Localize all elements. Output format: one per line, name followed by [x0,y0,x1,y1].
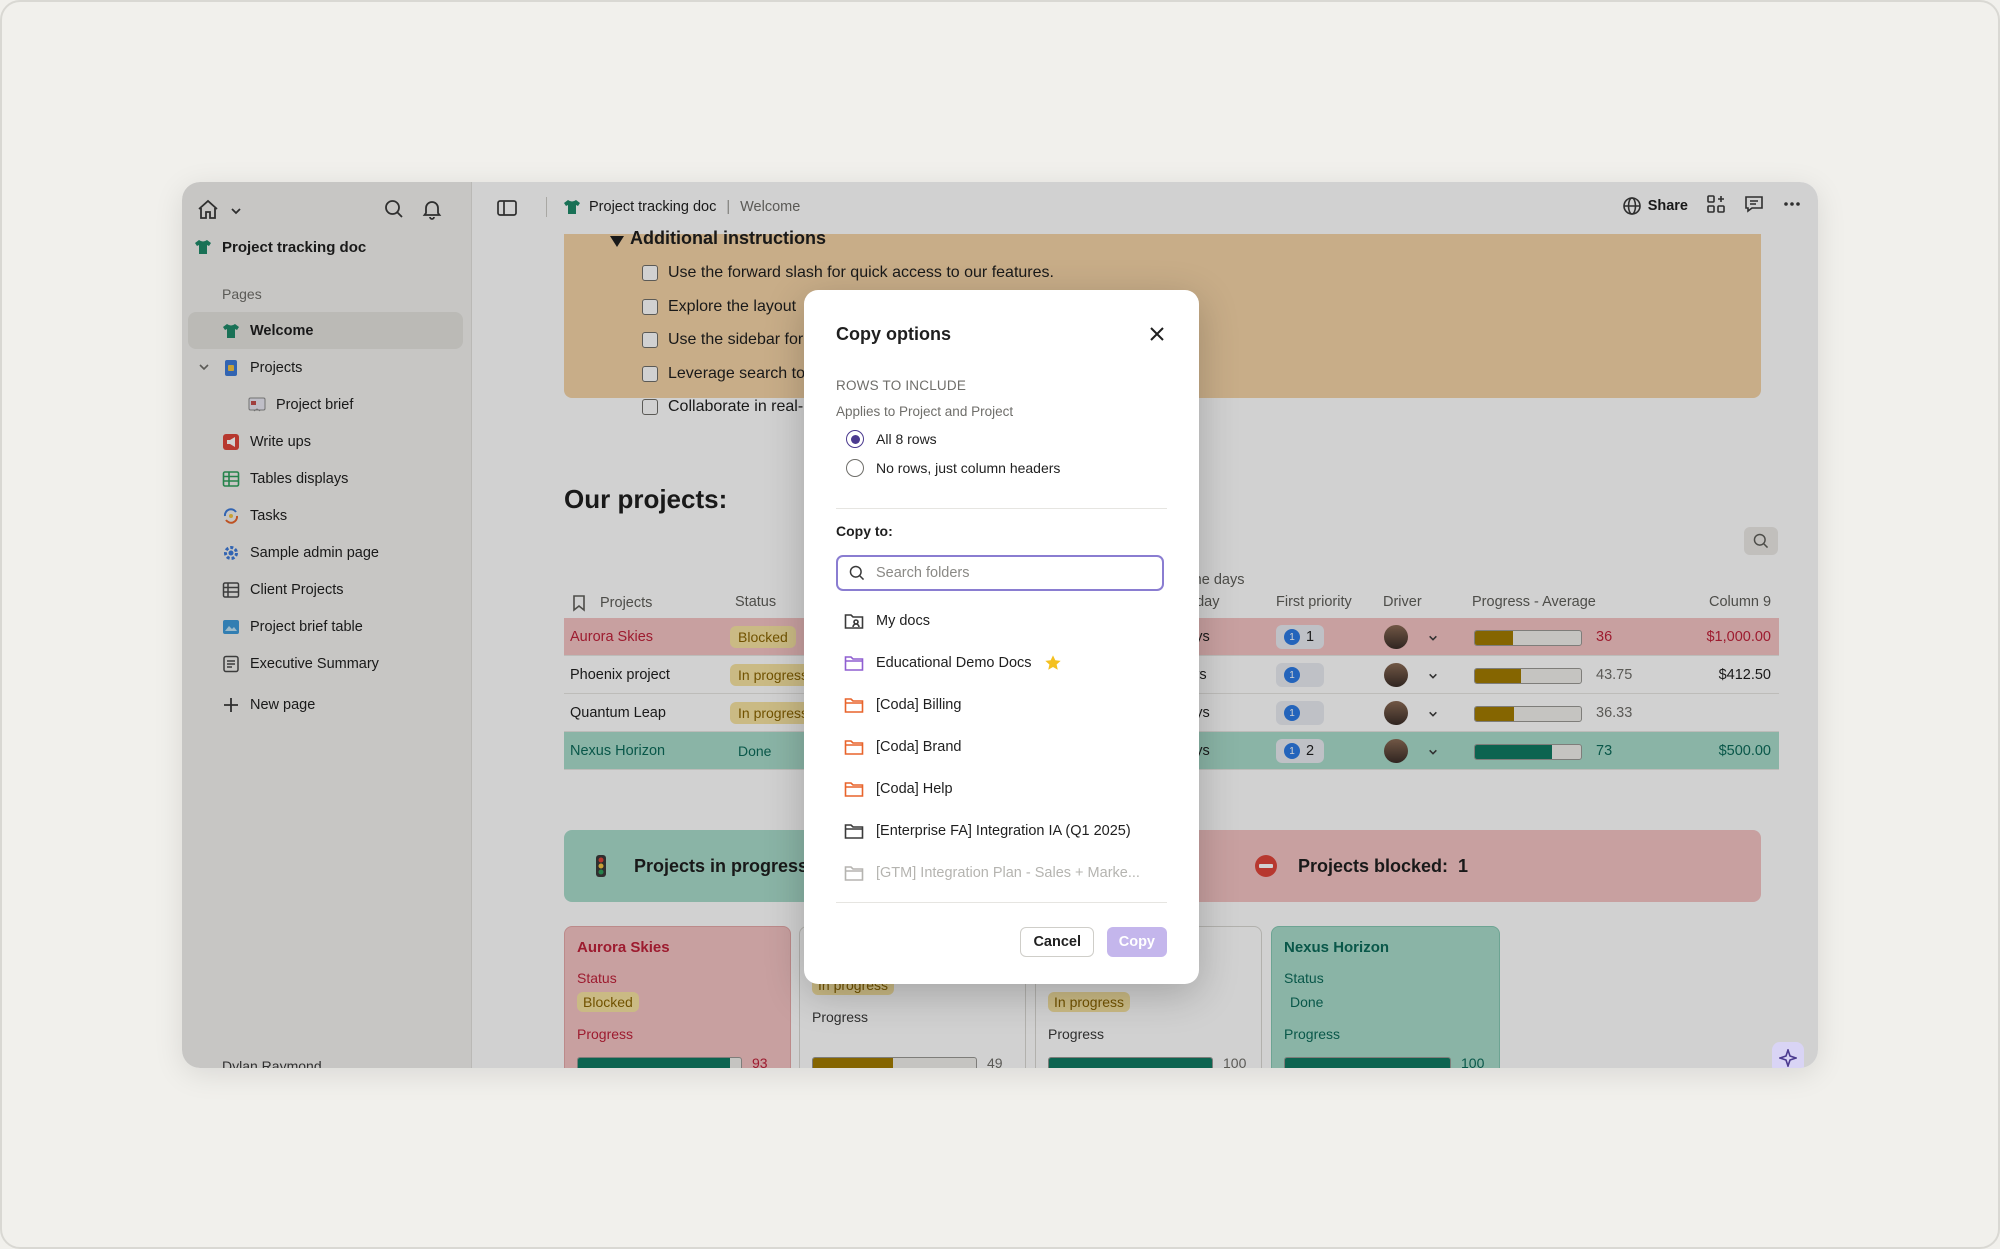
dialog-title: Copy options [836,324,951,344]
folder-icon [844,782,864,797]
folder-item[interactable]: [Coda] Brand [844,738,961,756]
option-no-rows[interactable]: No rows, just column headers [846,459,1060,477]
shared-folder-icon [844,614,864,629]
option-label: No rows, just column headers [876,460,1061,476]
rows-section-label: ROWS TO INCLUDE [836,378,967,393]
folder-search[interactable] [836,555,1164,591]
radio-no-rows[interactable] [846,459,864,477]
search-icon [849,565,865,581]
folder-item[interactable]: [Coda] Billing [844,696,961,714]
search-folders-input[interactable] [876,565,1136,581]
folder-icon [844,656,864,671]
cancel-button[interactable]: Cancel [1020,927,1094,957]
copy-button[interactable]: Copy [1106,927,1167,957]
copy-to-label: Copy to: [836,523,893,539]
copy-options-dialog: Copy options ROWS TO INCLUDE Applies to … [804,290,1199,984]
folder-label: Educational Demo Docs [876,655,1032,671]
folder-item[interactable]: My docs [844,612,930,630]
applies-to-text: Applies to Project and Project [836,404,1014,419]
folder-item[interactable]: [Coda] Help [844,780,953,798]
folder-item[interactable]: [GTM] Integration Plan - Sales + Marke..… [844,864,1140,882]
folder-label: [Enterprise FA] Integration IA (Q1 2025) [876,823,1131,839]
divider [836,508,1167,509]
option-label: All 8 rows [876,431,937,447]
folder-icon [844,866,864,881]
sidebar-backdrop [182,182,472,1068]
close-icon[interactable] [1147,324,1167,349]
folder-icon [844,698,864,713]
folder-icon [844,824,864,839]
folder-item[interactable]: Educational Demo Docs [844,654,1062,672]
folder-label: [GTM] Integration Plan - Sales + Marke..… [876,865,1140,881]
star-icon [1044,655,1061,670]
folder-label: [Coda] Help [876,781,953,797]
divider [836,902,1167,903]
folder-icon [844,740,864,755]
folder-label: [Coda] Brand [876,739,962,755]
folder-label: My docs [876,613,930,629]
option-all-rows[interactable]: All 8 rows [846,430,937,448]
folder-item[interactable]: [Enterprise FA] Integration IA (Q1 2025) [844,822,1131,840]
ai-assistant-button[interactable] [1772,1042,1804,1068]
folder-label: [Coda] Billing [876,697,962,713]
radio-all-rows[interactable] [846,430,864,448]
sparkle-icon [1779,1049,1797,1067]
